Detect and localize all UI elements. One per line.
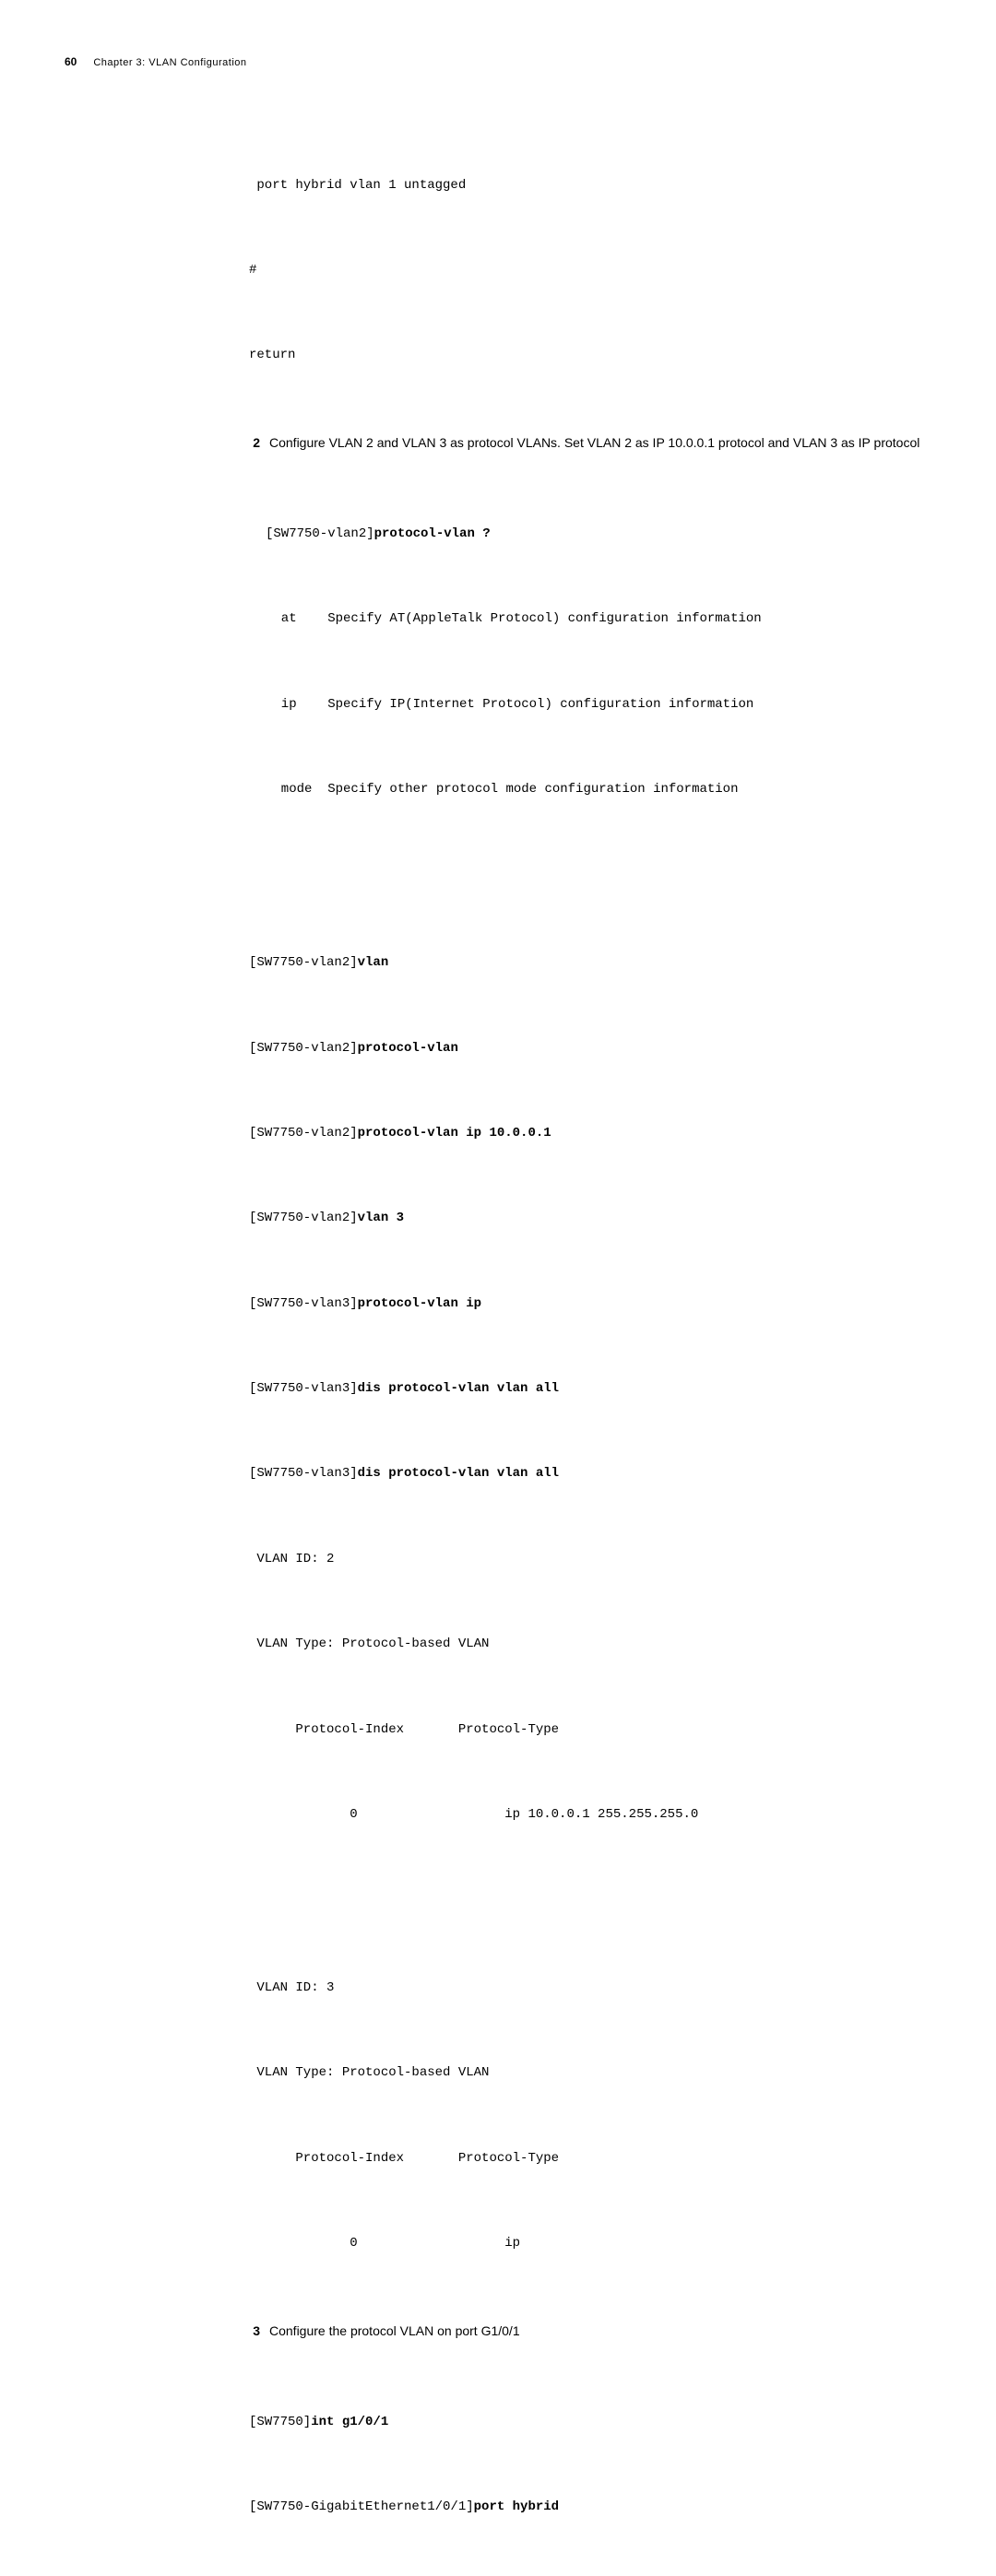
code-line: ip Specify IP(Internet Protocol) configu…: [266, 691, 931, 719]
prompt: [SW7750-vlan3]: [249, 1296, 358, 1311]
command: dis protocol-vlan vlan all: [358, 1381, 559, 1396]
code-line: [SW7750-vlan2]vlan 3: [249, 1204, 931, 1233]
step-text: Configure VLAN 2 and VLAN 3 as protocol …: [269, 434, 931, 453]
code-line: [SW7750-vlan3]dis protocol-vlan vlan all: [249, 1459, 931, 1488]
code-block-protocol-help: [SW7750-vlan2]protocol-vlan ? at Specify…: [266, 463, 931, 860]
command: protocol-vlan ip: [358, 1296, 481, 1311]
code-line: [SW7750-vlan2]protocol-vlan: [249, 1034, 931, 1063]
code-line: #: [249, 256, 931, 285]
command: vlan 3: [358, 1211, 404, 1225]
command: protocol-vlan: [358, 1041, 458, 1056]
code-line: [SW7750-vlan3]protocol-vlan ip: [249, 1290, 931, 1318]
step-2: 2 Configure VLAN 2 and VLAN 3 as protoco…: [249, 434, 931, 453]
page-number: 60: [65, 55, 77, 68]
prompt: [SW7750]: [249, 2415, 311, 2429]
command: protocol-vlan ?: [374, 526, 491, 541]
code-line: Protocol-Index Protocol-Type: [249, 2145, 931, 2173]
chapter-title: Chapter 3: VLAN Configuration: [93, 57, 246, 68]
code-line: port hybrid vlan 1 untagged: [249, 171, 931, 200]
code-line: VLAN Type: Protocol-based VLAN: [249, 2059, 931, 2087]
code-block-vlan-config: [SW7750-vlan2]vlan [SW7750-vlan2]protoco…: [249, 892, 931, 1886]
command: port hybrid: [474, 2499, 559, 2514]
code-line: [SW7750-vlan2]vlan: [249, 949, 931, 977]
prompt: [SW7750-vlan2]: [249, 1126, 358, 1140]
page-header: 60 Chapter 3: VLAN Configuration: [65, 55, 931, 68]
command: dis protocol-vlan vlan all: [358, 1466, 559, 1481]
prompt: [SW7750-vlan2]: [249, 1041, 358, 1056]
command: int g1/0/1: [311, 2415, 388, 2429]
code-line: 0 ip 10.0.0.1 255.255.255.0: [249, 1801, 931, 1829]
prompt: [SW7750-vlan2]: [249, 1211, 358, 1225]
code-line: VLAN Type: Protocol-based VLAN: [249, 1630, 931, 1659]
code-line: [SW7750-vlan2]protocol-vlan ?: [266, 520, 931, 549]
command: vlan: [358, 955, 389, 970]
step-number: 3: [249, 2322, 260, 2341]
step-text: Configure the protocol VLAN on port G1/0…: [269, 2322, 931, 2341]
code-line: VLAN ID: 2: [249, 1545, 931, 1574]
code-block-intro: port hybrid vlan 1 untagged # return: [249, 114, 931, 427]
code-line: return: [249, 341, 931, 370]
code-line: [SW7750-vlan2]protocol-vlan ip 10.0.0.1: [249, 1119, 931, 1148]
code-line: 0 ip: [249, 2229, 931, 2258]
code-block-vlan3-output: VLAN ID: 3 VLAN Type: Protocol-based VLA…: [249, 1917, 931, 2314]
code-line: Protocol-Index Protocol-Type: [249, 1716, 931, 1744]
code-line: [SW7750-vlan3]dis protocol-vlan vlan all: [249, 1375, 931, 1403]
prompt: [SW7750-vlan2]: [249, 955, 358, 970]
prompt: [SW7750-GigabitEthernet1/0/1]: [249, 2499, 474, 2514]
code-line: [SW7750-GigabitEthernet1/0/1]port hybrid: [249, 2493, 931, 2522]
code-line: VLAN ID: 3: [249, 1974, 931, 2003]
code-line: at Specify AT(AppleTalk Protocol) config…: [266, 605, 931, 633]
prompt: [SW7750-vlan3]: [249, 1381, 358, 1396]
prompt: [SW7750-vlan3]: [249, 1466, 358, 1481]
code-line: [SW7750]int g1/0/1: [249, 2408, 931, 2437]
main-content: port hybrid vlan 1 untagged # return 2 C…: [249, 114, 931, 2576]
step-number: 2: [249, 434, 260, 453]
command: protocol-vlan ip 10.0.0.1: [358, 1126, 551, 1140]
step-3: 3 Configure the protocol VLAN on port G1…: [249, 2322, 931, 2341]
prompt: [SW7750-vlan2]: [266, 526, 374, 541]
code-line: mode Specify other protocol mode configu…: [266, 775, 931, 804]
code-block-port-config: [SW7750]int g1/0/1 [SW7750-GigabitEthern…: [249, 2351, 931, 2576]
